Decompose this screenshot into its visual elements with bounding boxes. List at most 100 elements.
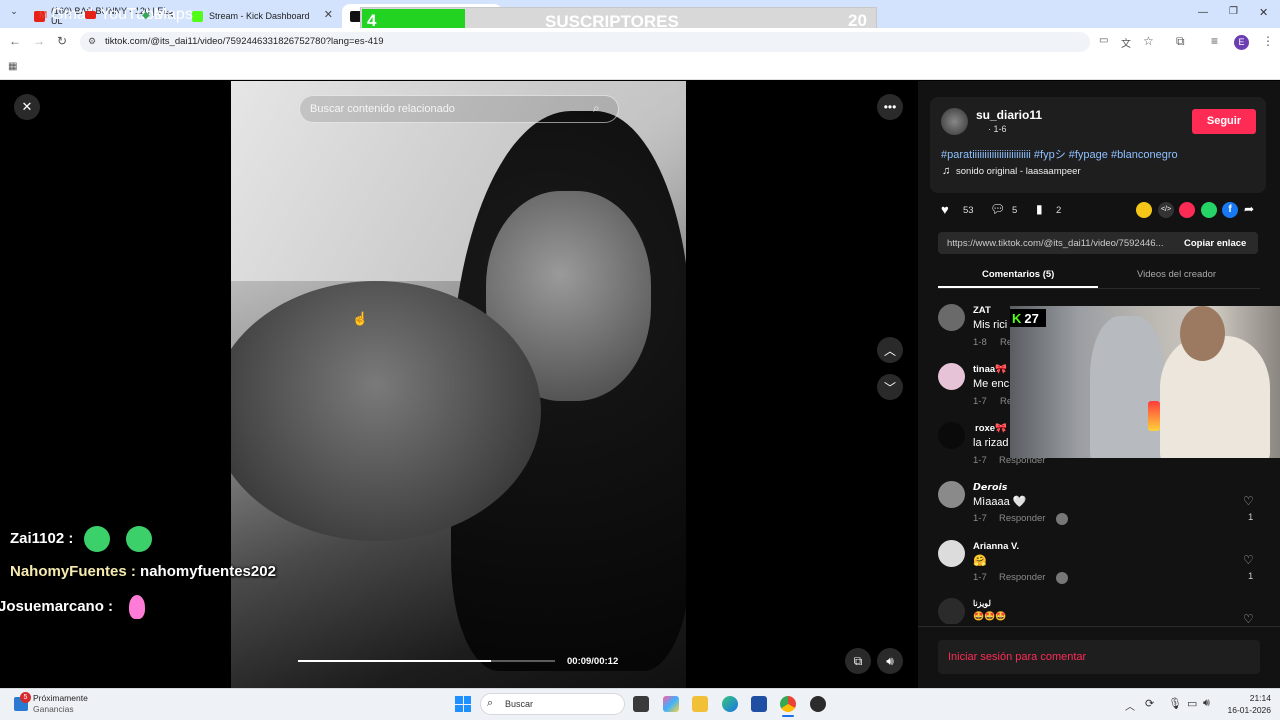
bookmark-maps[interactable]: ◆ Maps (142, 6, 193, 24)
sound-name[interactable]: sonido original - laasaampeer (956, 166, 1081, 177)
share-link-text[interactable]: https://www.tiktok.com/@its_dai11/video/… (947, 238, 1163, 249)
whatsapp-icon[interactable] (1201, 202, 1217, 218)
task-view-icon[interactable] (633, 696, 649, 712)
widgets-button[interactable]: 5 Próximamente Ganancias (12, 692, 122, 718)
search-icon[interactable]: ⌕ (593, 101, 600, 116)
related-search-input[interactable]: Buscar contenido relacionado (299, 95, 619, 123)
reply-button[interactable]: Responder (999, 572, 1045, 583)
media-control-icon[interactable]: ≡ (1211, 34, 1218, 48)
network-icon[interactable]: ▭ (1187, 697, 1197, 710)
close-window-button[interactable]: ✕ (1259, 6, 1268, 19)
tray-chevron-icon[interactable]: ︿ (1125, 698, 1135, 713)
send-icon[interactable] (1179, 202, 1195, 218)
music-note-icon: ♫ (942, 165, 951, 177)
commenter-avatar[interactable] (938, 422, 965, 449)
clock-date[interactable]: 16-01-2026 (1221, 705, 1271, 715)
forward-icon[interactable]: → (33, 34, 45, 48)
translate-icon[interactable]: 文 (1121, 35, 1131, 50)
commenter-avatar[interactable] (938, 540, 965, 567)
commenter-name[interactable]: ZAT (973, 305, 991, 316)
profile-avatar[interactable]: E (1234, 35, 1249, 50)
back-icon[interactable]: ← (9, 34, 21, 48)
tab-comments[interactable]: Comentarios (5) (982, 269, 1054, 280)
comment-text: 🤗 (973, 555, 987, 567)
commenter-avatar[interactable] (938, 481, 965, 508)
clock-time[interactable]: 21:14 (1221, 693, 1271, 703)
commenter-avatar[interactable] (938, 598, 965, 624)
tab-search-button[interactable]: ⌄ (6, 6, 22, 22)
volume-button[interactable]: 🔊︎ (877, 648, 903, 674)
bookmark-star-icon[interactable]: ☆ (1143, 34, 1154, 48)
close-icon[interactable]: ✕ (324, 8, 333, 21)
webcam-face (1180, 306, 1225, 361)
address-bar[interactable]: ⚙ tiktok.com/@its_dai11/video/7592446331… (80, 32, 1090, 52)
kick-logo-icon: K (1012, 310, 1022, 326)
video-caption[interactable]: #paratiііііііііііііііііііііііі #fypシ #fy… (941, 146, 1178, 162)
kick-favicon-icon (192, 10, 203, 22)
webcam-person-left (1090, 316, 1165, 458)
search-icon: ⌕ (487, 697, 494, 709)
author-username[interactable]: su_diario11 (976, 108, 1042, 122)
commenter-avatar[interactable] (938, 304, 965, 331)
comment-item: 𝘿𝙚𝙧𝙤𝙞𝙨 Mìaaaa 🤍 1-7 Responder ♡ 1 (938, 481, 1260, 533)
comment-text: Me enc (973, 378, 1010, 390)
comment-count: 5 (1012, 205, 1018, 216)
obs-icon[interactable] (810, 696, 826, 712)
comment-like-icon[interactable]: ♡ (1243, 612, 1254, 624)
emoji-share-icon[interactable] (1136, 202, 1152, 218)
menu-icon[interactable]: ⋮ (1262, 34, 1274, 48)
apps-icon[interactable]: ▦ (8, 61, 17, 72)
commenter-name[interactable]: roxe🎀 (975, 423, 1007, 434)
extensions-icon[interactable]: ⧉ (1176, 34, 1185, 49)
widget-subtitle: Ganancias (33, 704, 74, 714)
commenter-name[interactable]: 𝘿𝙚𝙧𝙤𝙞𝙨 (973, 482, 1007, 493)
embed-icon[interactable]: </> (1158, 202, 1174, 218)
commenter-name[interactable]: tinaa🎀 (973, 364, 1007, 375)
tab-creator-videos[interactable]: Videos del creador (1137, 269, 1216, 280)
comment-like-icon[interactable]: ♡ (1243, 494, 1254, 508)
video-player[interactable] (231, 81, 686, 688)
tray-app-icon[interactable]: ⟳ (1145, 697, 1154, 710)
site-info-icon[interactable]: ⚙ (88, 36, 96, 47)
taskbar-search[interactable]: ⌕ Buscar (480, 693, 625, 715)
file-explorer-icon[interactable] (692, 696, 708, 712)
widget-title: Próximamente (33, 693, 88, 703)
speaker-icon[interactable]: 🔊︎ (1203, 697, 1210, 710)
commenter-name[interactable]: لويزنا (973, 599, 991, 608)
store-icon[interactable] (751, 696, 767, 712)
floating-player-button[interactable]: ⧉ (845, 648, 871, 674)
follow-button[interactable]: Seguir (1192, 109, 1256, 134)
edge-icon[interactable] (722, 696, 738, 712)
crystal-emote-icon (129, 595, 146, 619)
next-video-button[interactable]: ﹀ (877, 374, 903, 400)
more-options-button[interactable]: ••• (877, 94, 903, 120)
copy-link-button[interactable]: Copiar enlace (1184, 238, 1246, 249)
commenter-name[interactable]: Arianna V. (973, 541, 1019, 552)
comment-date: 1-7 (973, 572, 987, 583)
microphone-icon[interactable]: 🎙︎ (1168, 697, 1182, 710)
chrome-icon[interactable] (780, 696, 796, 712)
save-icon[interactable]: ▮ (1036, 202, 1043, 216)
restore-button[interactable]: ❐ (1229, 6, 1238, 17)
share-arrow-icon[interactable]: ➦ (1244, 202, 1254, 216)
video-time: 00:09/00:12 (567, 656, 619, 667)
like-icon[interactable]: ♥ (941, 202, 949, 217)
chat-message: NahomyFuentes : nahomyfuentes202 (10, 563, 276, 580)
previous-video-button[interactable]: ︿ (877, 337, 903, 363)
install-app-icon[interactable]: ▭ (1099, 35, 1108, 46)
login-to-comment-button[interactable]: Iniciar sesión para comentar (938, 640, 1260, 674)
start-button[interactable] (455, 696, 471, 712)
close-video-button[interactable]: ✕ (14, 94, 40, 120)
reply-button[interactable]: Responder (999, 513, 1045, 524)
tab-kick-dashboard[interactable]: Stream - Kick Dashboard ✕ (184, 4, 339, 28)
tab-title: Stream - Kick Dashboard (209, 11, 310, 21)
comment-like-icon[interactable]: ♡ (1243, 553, 1254, 567)
author-avatar[interactable] (941, 108, 968, 135)
comment-icon[interactable]: 💬︎ (990, 202, 1005, 216)
chat-user: NahomyFuentes : (10, 563, 136, 580)
commenter-avatar[interactable] (938, 363, 965, 390)
copilot-icon[interactable] (663, 696, 679, 712)
minimize-button[interactable]: — (1198, 7, 1208, 18)
reload-icon[interactable]: ↻ (57, 34, 67, 48)
facebook-icon[interactable]: f (1222, 202, 1238, 218)
